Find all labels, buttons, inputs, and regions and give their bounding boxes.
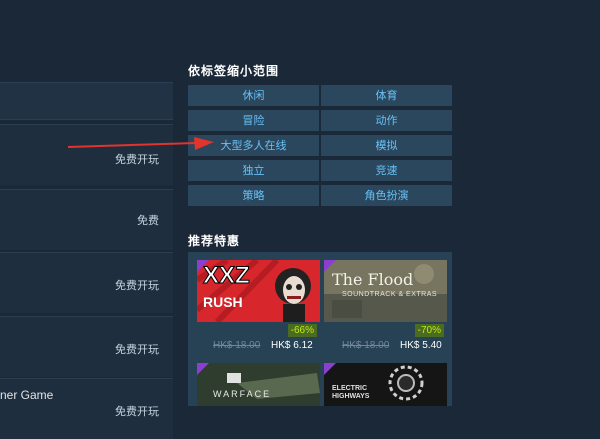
game-capsule-image: XXZ RUSH xyxy=(197,260,320,322)
capsule-subtitle: SOUNDTRACK & EXTRAS xyxy=(342,291,438,298)
capsule-title: ELECTRIC HIGHWAYS xyxy=(332,385,370,400)
game-capsule-image: WARFACE xyxy=(197,363,320,406)
recommended-deals: XXZ RUSH -66% HK$ 18.00 HK$ 6.12 The Flo… xyxy=(188,252,452,406)
tag-simulation[interactable]: 模拟 xyxy=(321,135,452,156)
tag-indie[interactable]: 独立 xyxy=(188,160,319,181)
discount-badge: -66% xyxy=(287,324,317,337)
original-price: HK$ 18.00 xyxy=(342,340,390,351)
capsule-title: The Flood xyxy=(332,270,414,289)
list-item[interactable]: 免费开玩 xyxy=(0,316,173,377)
tag-casual[interactable]: 休闲 xyxy=(188,85,319,106)
list-item[interactable]: 免费开玩 xyxy=(0,252,173,313)
tag-rpg[interactable]: 角色扮演 xyxy=(321,185,452,206)
tag-racing[interactable]: 竞速 xyxy=(321,160,452,181)
deal-corner-icon xyxy=(197,363,209,375)
tag-strategy[interactable]: 策略 xyxy=(188,185,319,206)
deal-card[interactable]: The Flood SOUNDTRACK & EXTRAS -70% HK$ 1… xyxy=(324,260,447,356)
list-header-band xyxy=(0,82,173,120)
original-price: HK$ 18.00 xyxy=(213,340,261,351)
tag-adventure[interactable]: 冒险 xyxy=(188,110,319,131)
deal-corner-icon xyxy=(324,260,336,272)
deal-card[interactable]: WARFACE xyxy=(197,363,320,406)
tag-action[interactable]: 动作 xyxy=(321,110,452,131)
discount-badge: -70% xyxy=(414,324,444,337)
capsule-title: XXZ xyxy=(203,262,251,290)
recommended-heading: 推荐特惠 xyxy=(188,234,241,248)
deal-corner-icon xyxy=(197,260,209,272)
price-label: 免费 xyxy=(137,215,159,227)
tag-sports[interactable]: 体育 xyxy=(321,85,452,106)
game-capsule-image: The Flood SOUNDTRACK & EXTRAS xyxy=(324,260,447,322)
deal-corner-icon xyxy=(324,363,336,375)
price-label: 免费开玩 xyxy=(115,280,159,292)
final-price: HK$ 5.40 xyxy=(400,340,442,351)
list-item[interactable]: 免费 xyxy=(0,189,173,250)
tags-heading: 依标签缩小范围 xyxy=(188,64,280,78)
annotation-arrow-icon xyxy=(67,137,214,150)
deal-card[interactable]: XXZ RUSH -66% HK$ 18.00 HK$ 6.12 xyxy=(197,260,320,356)
deal-card[interactable]: ELECTRIC HIGHWAYS xyxy=(324,363,447,406)
final-price: HK$ 6.12 xyxy=(271,340,313,351)
capsule-title: WARFACE xyxy=(213,389,272,399)
price-label: 免费开玩 xyxy=(115,406,159,418)
game-capsule-image: ELECTRIC HIGHWAYS xyxy=(324,363,447,406)
game-title: ner Game xyxy=(0,388,54,402)
game-list: 免费开玩 免费 免费开玩 免费开玩 ner Game 免费开玩 xyxy=(0,0,173,439)
price-label: 免费开玩 xyxy=(115,344,159,356)
capsule-subtitle: RUSH xyxy=(203,294,243,310)
list-item[interactable]: 免费开玩 xyxy=(0,124,173,185)
list-item[interactable]: ner Game 免费开玩 xyxy=(0,378,173,439)
